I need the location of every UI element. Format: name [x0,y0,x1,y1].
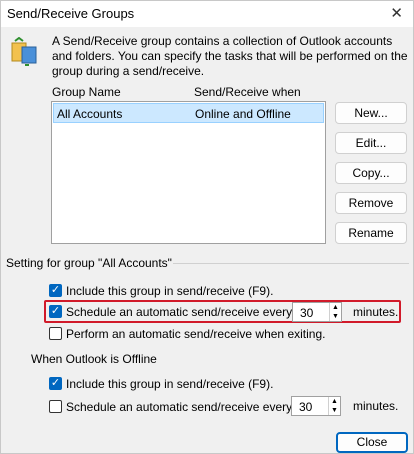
spin-arrows-icon[interactable]: ▲ ▼ [328,397,340,415]
offline-schedule-label: Schedule an automatic send/receive every [66,400,293,414]
offline-minutes-label: minutes. [353,399,399,413]
col-group-name: Group Name [52,85,121,99]
online-include-label: Include this group in send/receive (F9). [66,284,274,298]
online-include-checkbox[interactable]: ✓ [49,284,62,297]
group-when-cell: Online and Offline [195,107,291,121]
online-minutes-label: minutes. [353,305,399,319]
send-receive-groups-dialog: Send/Receive Groups ✕ A Send/Receive gro… [0,0,414,454]
remove-button[interactable]: Remove [335,192,407,214]
close-icon[interactable]: ✕ [390,4,403,22]
online-exit-label: Perform an automatic send/receive when e… [66,327,326,341]
edit-button[interactable]: Edit... [335,132,407,154]
intro-text: A Send/Receive group contains a collecti… [52,34,408,78]
send-receive-icon [11,37,37,66]
col-send-receive-when: Send/Receive when [194,85,301,99]
window-title: Send/Receive Groups [7,6,135,21]
rename-button[interactable]: Rename [335,222,407,244]
offline-minutes-stepper[interactable]: 30 ▲ ▼ [291,396,341,416]
online-minutes-value[interactable]: 30 [300,306,313,320]
groups-list[interactable]: All Accounts Online and Offline [51,101,326,244]
spin-arrows-icon[interactable]: ▲ ▼ [329,303,341,321]
new-button[interactable]: New... [335,102,407,124]
online-minutes-stepper[interactable]: 30 ▲ ▼ [292,302,342,322]
offline-schedule-checkbox[interactable] [49,400,62,413]
separator [173,263,409,264]
group-name-cell: All Accounts [57,107,123,121]
offline-include-label: Include this group in send/receive (F9). [66,377,274,391]
online-schedule-label: Schedule an automatic send/receive every [66,305,293,319]
offline-minutes-value[interactable]: 30 [299,400,312,414]
online-schedule-checkbox[interactable]: ✓ [49,305,62,318]
online-exit-checkbox[interactable] [49,327,62,340]
title-bar: Send/Receive Groups ✕ [1,1,413,27]
group-settings-heading: Setting for group "All Accounts" [6,256,172,270]
list-item[interactable]: All Accounts Online and Offline [53,103,324,123]
offline-heading: When Outlook is Offline [31,352,157,366]
close-button[interactable]: Close [336,432,408,453]
offline-include-checkbox[interactable]: ✓ [49,377,62,390]
copy-button[interactable]: Copy... [335,162,407,184]
